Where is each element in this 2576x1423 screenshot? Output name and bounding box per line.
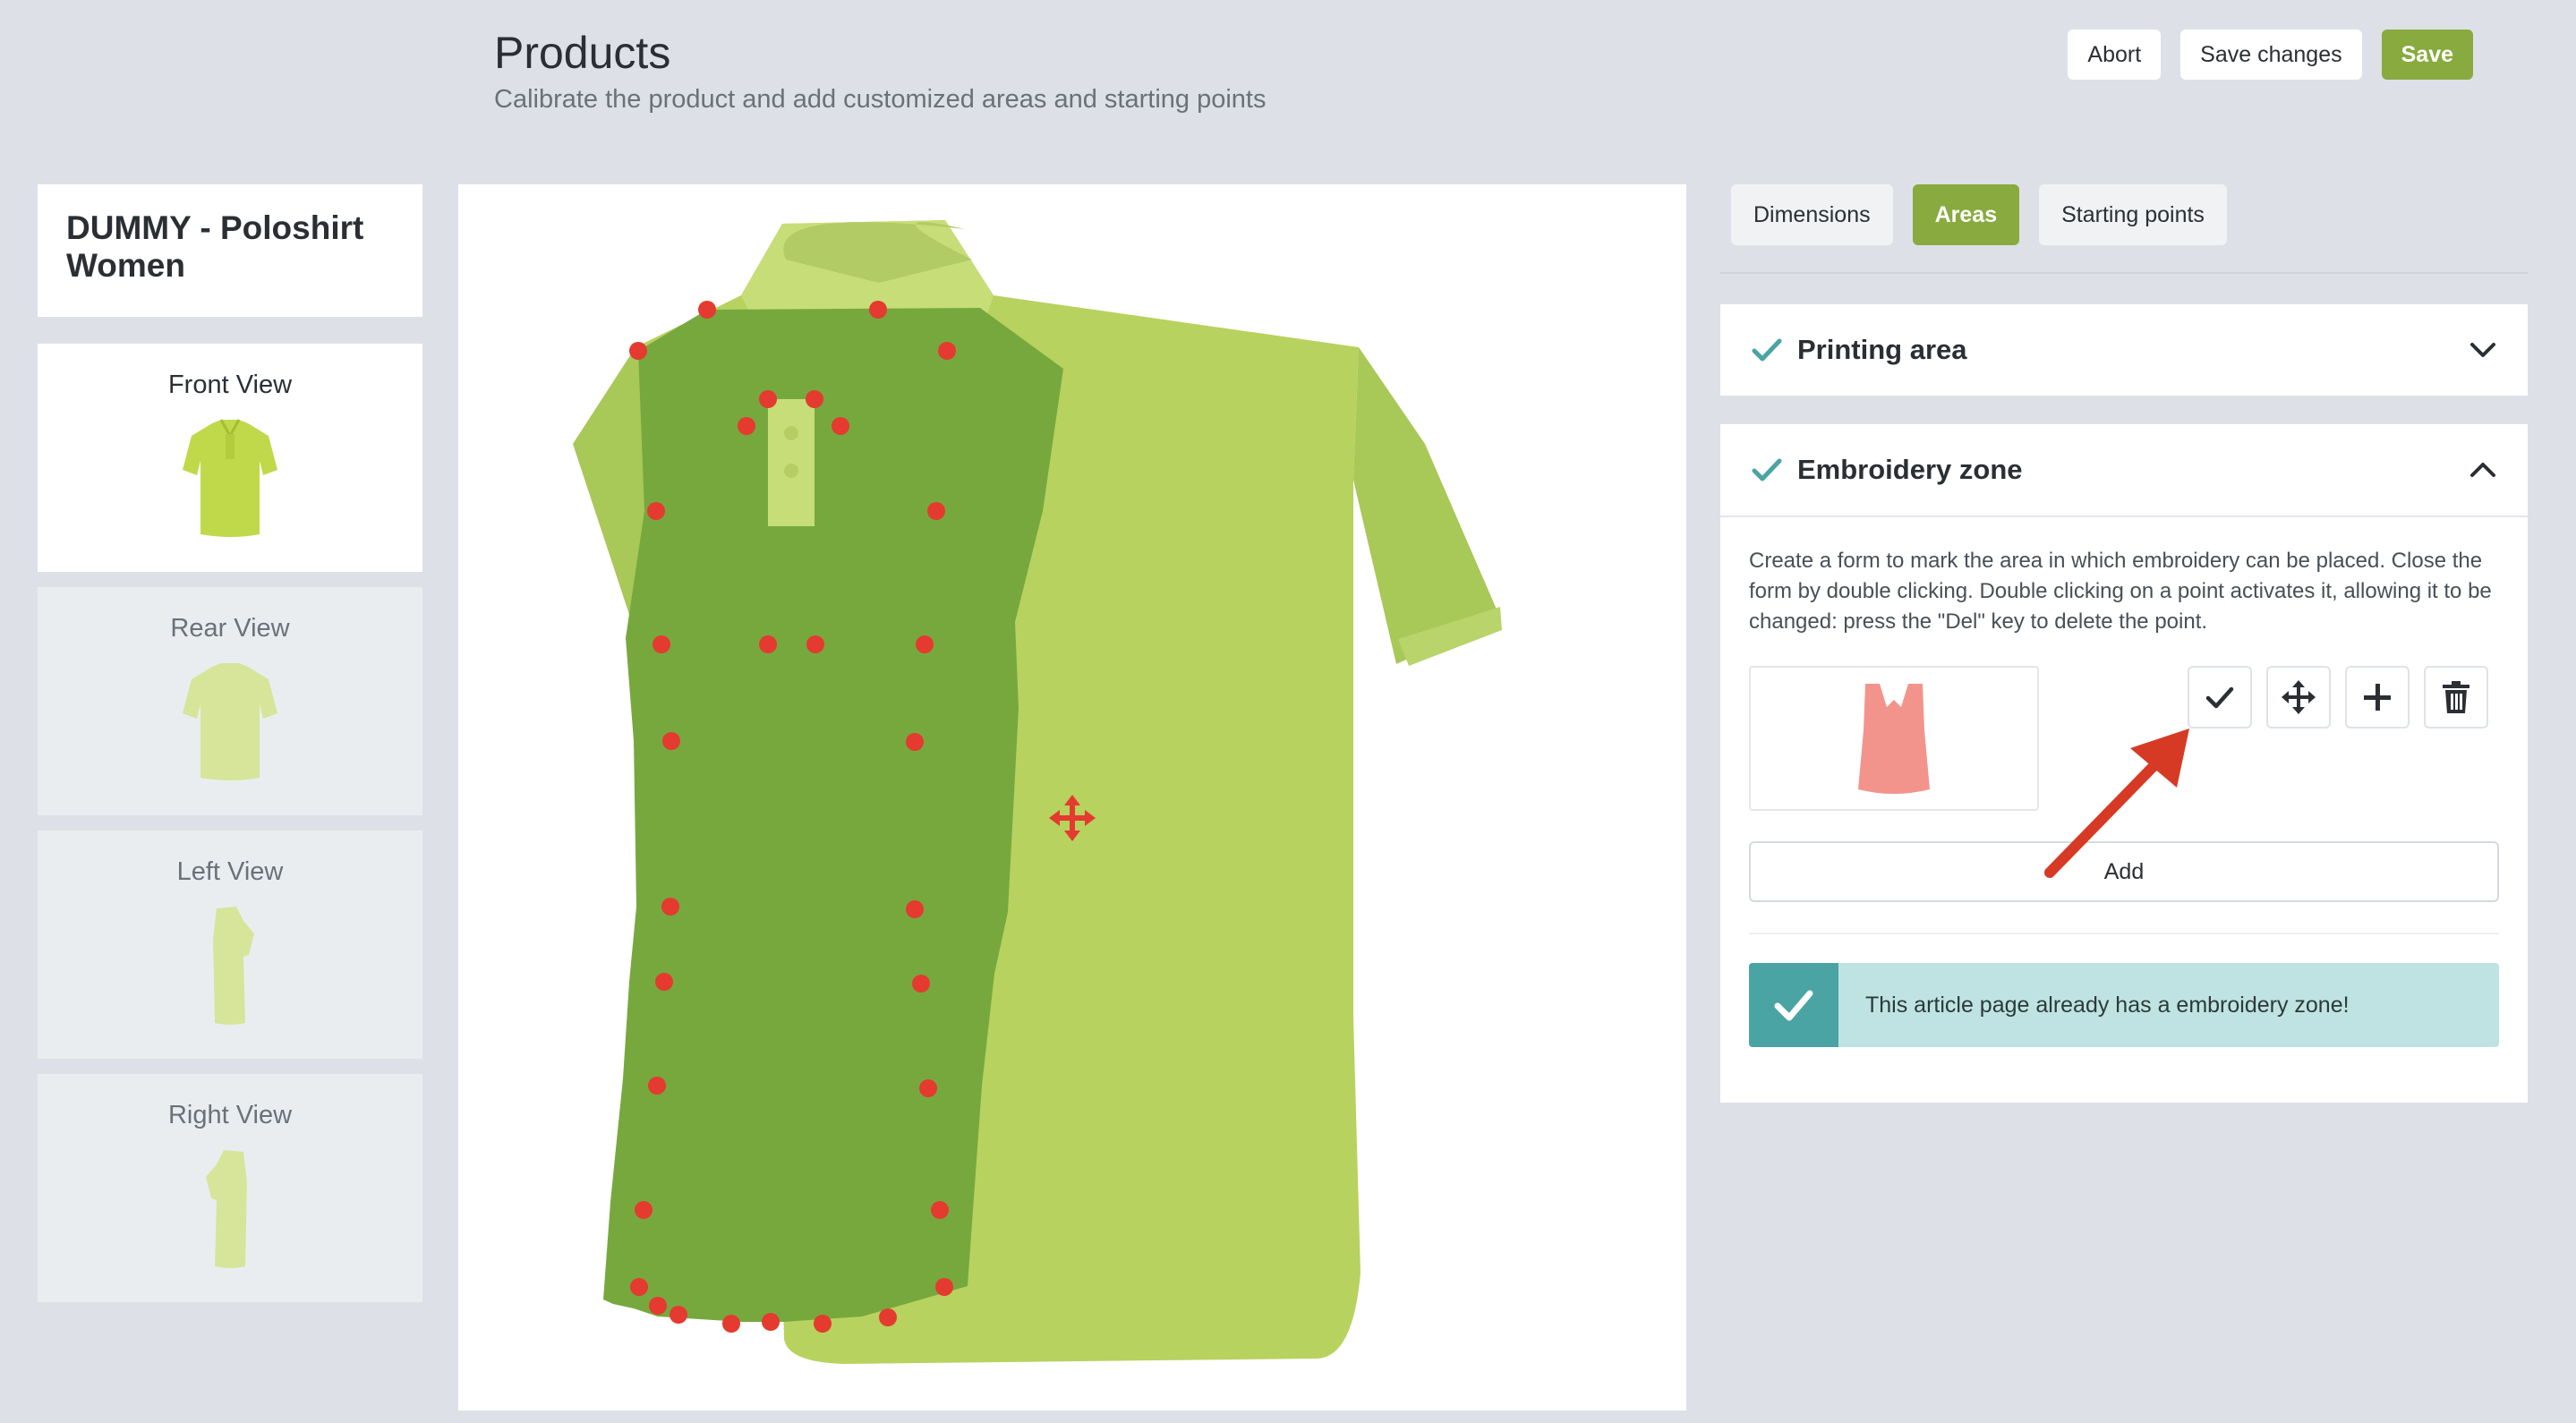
printing-area-header[interactable]: Printing area [1720,304,2528,396]
view-front[interactable]: Front View [38,344,422,572]
embroidery-zone-body: Create a form to mark the area in which … [1720,516,2528,1103]
product-name: DUMMY - Poloshirt Women [66,209,364,284]
alert-check-icon [1749,963,1838,1047]
embroidery-description: Create a form to mark the area in which … [1749,549,2492,634]
save-button[interactable]: Save [2381,30,2473,80]
view-right[interactable]: Right View [38,1074,422,1302]
check-icon [1752,458,1782,481]
zone-shape-preview-icon [1858,684,1930,794]
trash-icon [2443,681,2469,713]
tabs-divider [1720,272,2528,274]
plus-icon [2364,684,2391,711]
add-point-button[interactable] [2345,666,2410,729]
check-icon [2205,686,2234,709]
area-tabs: Dimensions Areas Starting points [1731,184,2227,245]
tab-areas[interactable]: Areas [1912,184,2020,245]
confirm-shape-button[interactable] [2188,666,2252,729]
chevron-down-icon[interactable] [2467,334,2499,366]
panel-title: Printing area [1797,334,1967,365]
left-view-thumbnail [213,907,254,1025]
alert-text: This article page already has a embroide… [1865,992,2350,1018]
move-icon [2282,680,2316,714]
panel-title: Embroidery zone [1797,454,2023,485]
embroidery-zone-header[interactable]: Embroidery zone [1720,424,2528,516]
view-rear[interactable]: Rear View [38,587,422,815]
tab-starting-points[interactable]: Starting points [2039,184,2227,245]
chevron-up-icon[interactable] [2467,454,2499,486]
check-icon [1752,338,1782,362]
editor-canvas[interactable] [458,184,1686,1410]
page-title: Products [494,28,671,78]
delete-shape-button[interactable] [2424,666,2488,729]
header-actions: Abort Save changes Save [2068,30,2473,80]
save-changes-button[interactable]: Save changes [2180,30,2362,80]
front-view-thumbnail [183,419,277,537]
shirt-editor[interactable] [458,184,1686,1410]
divider [1749,933,2499,934]
right-view-thumbnail [206,1150,247,1268]
tab-dimensions[interactable]: Dimensions [1731,184,1893,245]
product-name-card: DUMMY - Poloshirt Women [38,184,422,317]
zone-tool-row [1749,666,2499,811]
view-label: Rear View [170,614,290,643]
placket [768,399,815,526]
printing-area-panel: Printing area [1720,304,2528,396]
abort-button[interactable]: Abort [2068,30,2162,80]
zone-preview[interactable] [1749,666,2039,811]
view-label: Front View [167,371,293,399]
move-shape-button[interactable] [2266,666,2331,729]
page-subtitle: Calibrate the product and add customized… [494,85,1267,114]
info-alert: This article page already has a embroide… [1749,963,2499,1047]
add-zone-button[interactable]: Add [1749,841,2499,902]
rear-view-thumbnail [183,663,277,780]
view-label: Right View [167,1101,293,1129]
view-left[interactable]: Left View [38,831,422,1059]
embroidery-zone-panel: Embroidery zone Create a form to mark th… [1720,424,2528,1103]
view-label: Left View [176,857,284,886]
